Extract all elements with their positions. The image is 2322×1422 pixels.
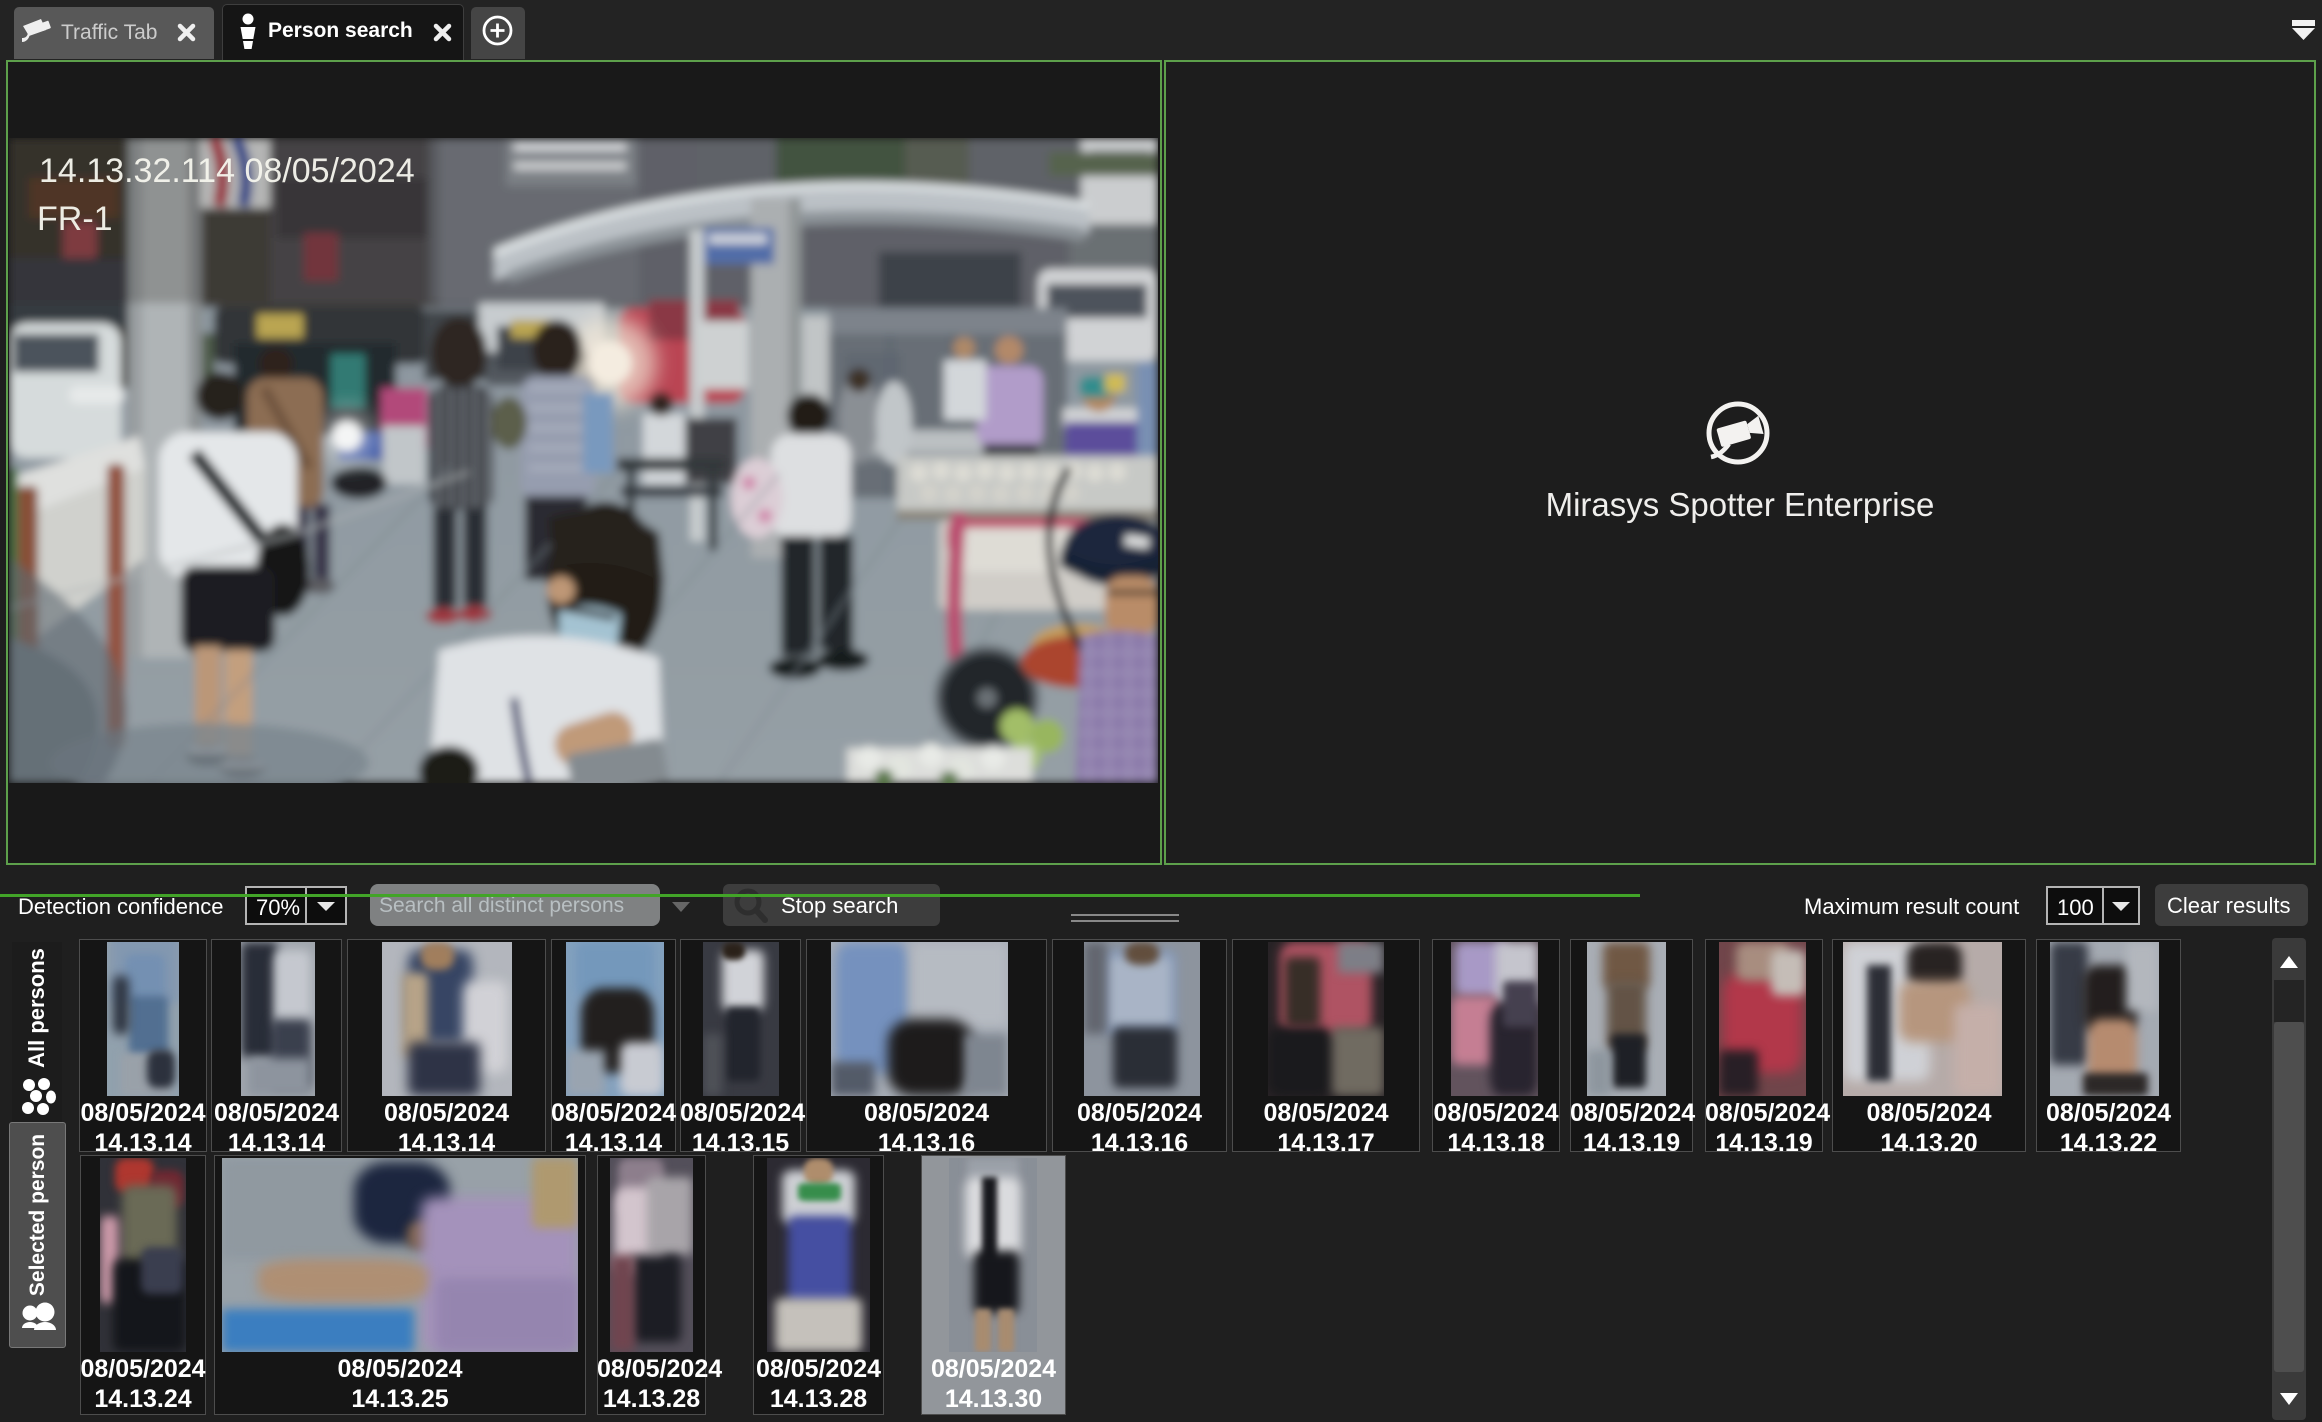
svg-text:14.13.32.114 08/05/2024: 14.13.32.114 08/05/2024 — [39, 152, 415, 190]
svg-text:FR-1: FR-1 — [37, 200, 113, 238]
